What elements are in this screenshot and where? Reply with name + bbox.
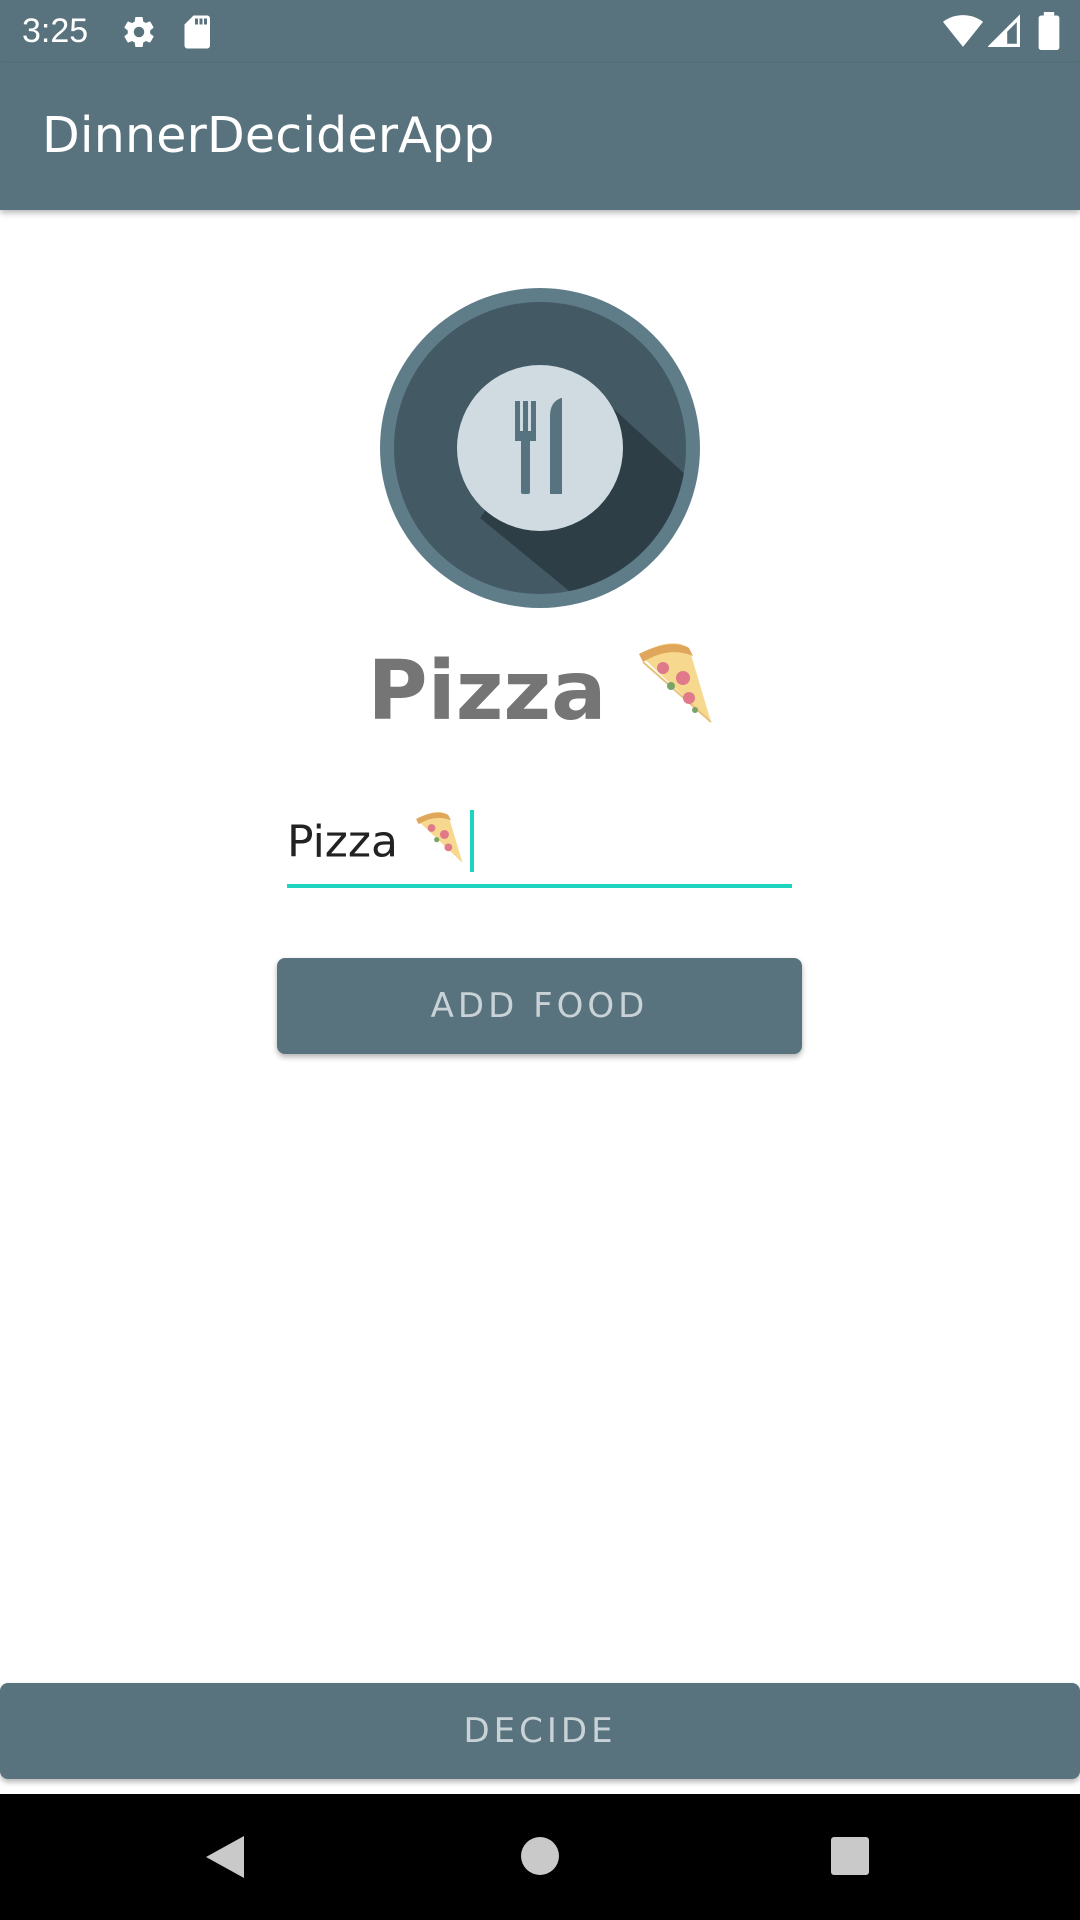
screen: 3:25 DinnerDeciderApp Pizza Pizza ADD FO… <box>0 0 1080 1920</box>
status-time: 3:25 <box>22 12 89 50</box>
status-bar: 3:25 <box>0 0 1080 63</box>
app-title: DinnerDeciderApp <box>42 107 495 164</box>
selected-food-text: Pizza <box>367 643 607 739</box>
selected-food-label: Pizza <box>0 640 1080 753</box>
text-cursor <box>470 810 474 872</box>
gear-icon <box>121 14 157 50</box>
pizza-slice-icon <box>633 640 713 753</box>
add-food-button[interactable]: ADD FOOD <box>277 958 802 1054</box>
sd-card-icon <box>183 14 213 50</box>
food-input[interactable]: Pizza <box>287 800 792 888</box>
app-bar: DinnerDeciderApp <box>0 63 1080 210</box>
cell-signal-icon <box>988 14 1020 48</box>
battery-icon <box>1038 12 1060 50</box>
wifi-icon <box>943 14 983 48</box>
home-circle-icon[interactable] <box>520 1836 560 1876</box>
back-triangle-icon[interactable] <box>204 1834 246 1880</box>
decide-button[interactable]: DECIDE <box>0 1683 1080 1779</box>
pizza-slice-icon <box>412 810 464 879</box>
food-input-text: Pizza <box>287 816 398 868</box>
plate-fork-knife-icon <box>380 288 700 608</box>
food-input-value[interactable]: Pizza <box>287 810 464 879</box>
recents-square-icon[interactable] <box>830 1836 870 1876</box>
navigation-bar <box>0 1794 1080 1920</box>
